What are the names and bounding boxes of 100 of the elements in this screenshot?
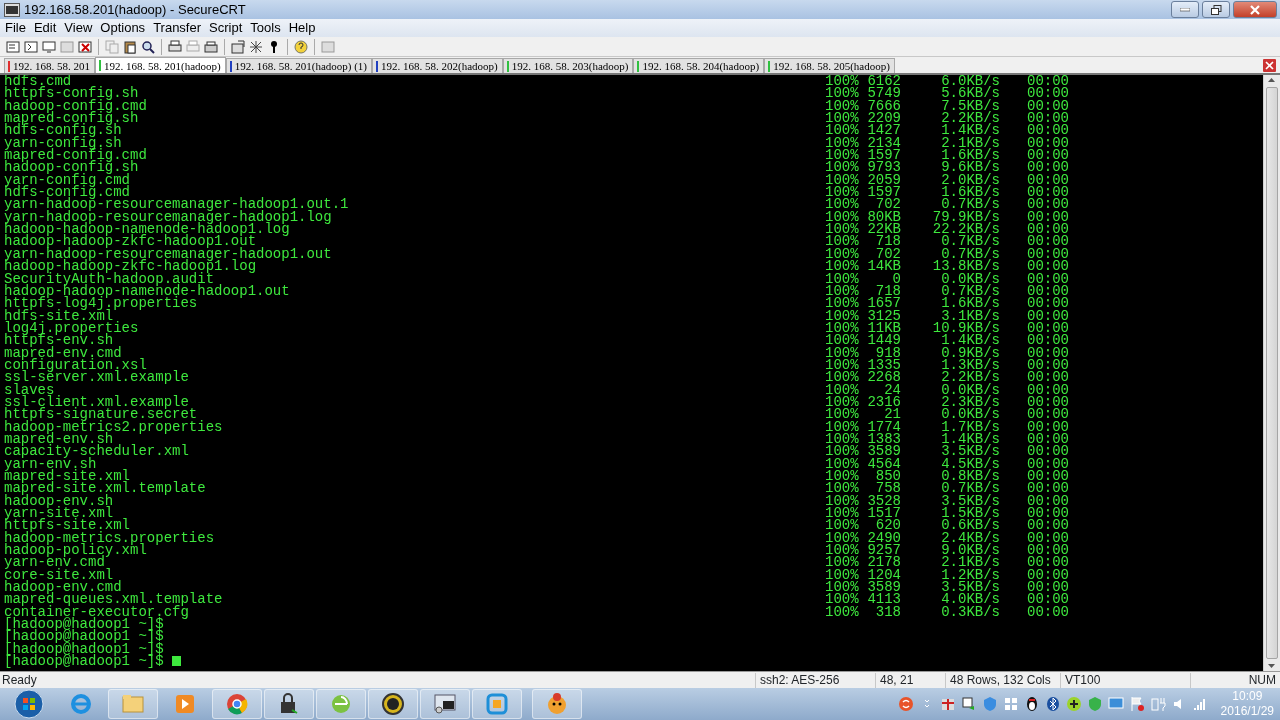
signal-icon[interactable] [1191, 696, 1208, 712]
file-name: httpfs-log4j.properties [4, 297, 198, 310]
transfer-percent: 100% [825, 284, 859, 298]
transfer-percent: 100% [825, 75, 859, 88]
file-name: hdfs-config.sh [4, 124, 122, 137]
transfer-rate: 6.0KB/s [940, 75, 1000, 88]
session-tab[interactable]: 192. 168. 58. 201(hadoop) [95, 57, 226, 73]
transfer-time: 00:00 [1026, 198, 1068, 211]
printer-icon[interactable] [204, 39, 218, 54]
file-size: 850 [874, 470, 901, 483]
menu-item[interactable]: Options [97, 20, 149, 36]
scrollbar[interactable] [1263, 75, 1280, 671]
file-size: 2490 [866, 531, 901, 545]
transfer-time: 00:00 [1026, 297, 1068, 310]
file-name: yarn-hadoop-resourcemanager-hadoop1.out [4, 247, 333, 261]
transfer-time: 00:00 [1026, 136, 1068, 150]
session-tab[interactable]: 192. 168. 58. 205(hadoop) [764, 58, 895, 73]
file-size: 2316 [866, 395, 901, 409]
window-icon [485, 692, 509, 716]
transfer-time: 00:00 [1026, 507, 1068, 520]
menu-item[interactable]: Transfer [150, 20, 205, 36]
minimize-icon [1180, 7, 1190, 12]
transfer-rate: 3.1KB/s [941, 309, 1000, 322]
session-tab[interactable]: 192. 168. 58. 202(hadoop) [372, 58, 503, 73]
transfer-time: 00:00 [1026, 482, 1068, 495]
menu-item[interactable]: Tools [247, 20, 284, 36]
file-size: 21 [884, 408, 901, 421]
transfer-percent: 100% [825, 358, 859, 372]
menu-item[interactable]: Script [206, 20, 246, 36]
flag-icon[interactable] [1128, 696, 1145, 712]
disconnect-icon[interactable] [78, 39, 92, 54]
file-size: 80KB [866, 210, 901, 224]
session-tab[interactable]: 192. 168. 58. 201 [4, 58, 95, 73]
tab-label: 192. 168. 58. 201 [13, 59, 90, 73]
help-icon[interactable] [294, 39, 308, 54]
media-player-icon [173, 692, 197, 716]
transfer-time: 00:00 [1026, 432, 1068, 446]
file-size: 620 [875, 519, 901, 532]
file-size: 4113 [866, 593, 901, 606]
file-size: 2134 [866, 136, 901, 150]
file-size: 24 [884, 383, 901, 396]
transfer-percent: 100% [825, 457, 859, 470]
taskbar-button[interactable] [420, 689, 470, 719]
close-icon[interactable] [1263, 58, 1276, 72]
transfer-percent: 100% [825, 321, 859, 335]
search-icon[interactable] [141, 39, 155, 54]
menu-item[interactable]: Edit [30, 20, 60, 36]
transfer-rate: 1.6KB/s [940, 297, 1000, 310]
file-name: slaves [4, 383, 55, 396]
bluetooth-icon[interactable] [1044, 696, 1061, 712]
transfer-rate: 2.2KB/s [940, 371, 1000, 384]
transfer-time: 00:00 [1026, 395, 1068, 409]
session-tab[interactable]: 192. 168. 58. 203(hadoop) [502, 58, 634, 73]
file-size: 718 [874, 235, 901, 248]
transfer-percent: 100% [825, 309, 859, 322]
paste-icon[interactable] [123, 39, 137, 54]
transfer-percent: 100% [825, 124, 859, 137]
file-name: yarn-hadoop-resourcemanager-hadoop1.log [4, 210, 332, 224]
file-name: hadoop-hadoop-namenode-hadoop1.log [4, 223, 290, 236]
menu-item[interactable]: View [61, 20, 96, 36]
quick-connect-icon[interactable] [24, 39, 38, 54]
session-tab[interactable]: 192. 168. 58. 204(hadoop) [633, 58, 765, 73]
file-size: 1383 [866, 432, 901, 446]
file-size: 3528 [866, 494, 901, 508]
transfer-rate: 0.0KB/s [940, 272, 1000, 285]
menu-item[interactable]: File [2, 20, 29, 36]
transfer-time: 00:00 [1026, 470, 1068, 483]
session-tab[interactable]: 192. 168. 58. 201(hadoop) (1) [225, 58, 372, 73]
plus-icon[interactable] [1065, 696, 1082, 712]
transfer-percent: 100% [825, 198, 859, 211]
file-name: yarn-env.sh [4, 457, 97, 470]
transfer-percent: 100% [825, 186, 859, 199]
transfer-percent: 100% [825, 395, 859, 409]
shell-prompt: [hadoop@hadoop1 ~]$ [4, 653, 164, 670]
menu-item[interactable]: Help [285, 20, 319, 36]
file-size: 7666 [866, 99, 901, 113]
restore-icon [1210, 4, 1222, 15]
terminal-size: 48 Rows, 132 Cols [945, 672, 1060, 688]
printer-icon[interactable] [168, 39, 182, 54]
file-name: capacity-scheduler.xml [4, 445, 190, 458]
transfer-rate: 0.9KB/s [940, 346, 1000, 359]
emulation-mode: VT100 [1060, 672, 1190, 688]
restore-button[interactable] [1202, 1, 1230, 18]
file-size: 4564 [866, 457, 901, 470]
transfer-percent: 100% [825, 494, 859, 508]
taskbar-button[interactable] [264, 689, 314, 719]
close-button[interactable] [1233, 1, 1277, 18]
transfer-time: 00:00 [1026, 544, 1068, 557]
taskbar-button[interactable] [368, 689, 418, 719]
transfer-percent: 100% [825, 161, 859, 174]
transfer-time: 00:00 [1026, 358, 1068, 372]
transfer-rate: 3.5KB/s [940, 445, 1000, 458]
transfer-percent: 100% [825, 383, 859, 396]
transfer-percent: 100% [825, 334, 859, 347]
file-name: hadoop-metrics.properties [4, 531, 216, 545]
file-name: hadoop-metrics2.properties [4, 420, 224, 433]
transfer-rate: 3.5KB/s [940, 581, 1000, 594]
file-name: configuration.xsl [4, 358, 147, 372]
file-size: 2268 [866, 371, 901, 384]
file-size: 1597 [866, 186, 901, 199]
